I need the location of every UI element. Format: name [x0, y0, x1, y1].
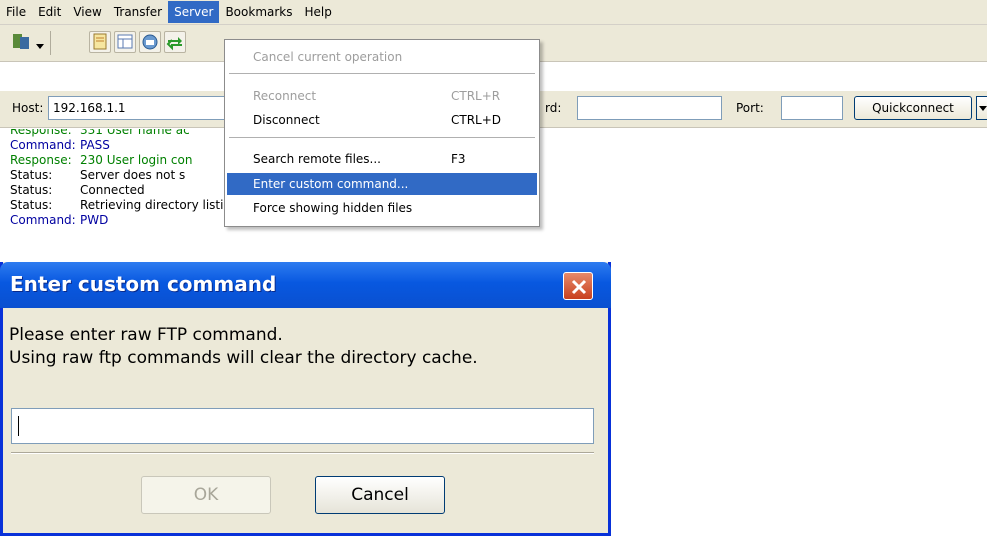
- menu-transfer[interactable]: Transfer: [108, 1, 168, 23]
- raw-command-input[interactable]: [11, 408, 594, 444]
- toggle-log-icon[interactable]: [89, 31, 111, 53]
- toggle-tree-icon[interactable]: [114, 31, 136, 53]
- sync-icon[interactable]: [164, 31, 186, 53]
- menu-item-force-hidden[interactable]: Force showing hidden files: [227, 197, 537, 219]
- quickconnect-button[interactable]: Quickconnect: [854, 96, 972, 120]
- server-menu-dropdown: Cancel current operation Reconnect CTRL+…: [224, 39, 540, 227]
- menu-help[interactable]: Help: [299, 1, 338, 23]
- port-input[interactable]: [781, 96, 843, 120]
- text-caret: [18, 416, 19, 436]
- site-manager-icon[interactable]: [10, 31, 32, 53]
- menu-bar: File Edit View Transfer Server Bookmarks…: [0, 0, 987, 25]
- menu-item-custom-command[interactable]: Enter custom command...: [227, 173, 537, 195]
- port-label: Port:: [736, 101, 764, 115]
- chevron-down-icon: [979, 106, 987, 111]
- toolbar-separator: [50, 31, 51, 55]
- ok-button[interactable]: OK: [141, 476, 271, 514]
- menu-file[interactable]: File: [0, 1, 32, 23]
- menu-item-search-remote[interactable]: Search remote files... F3: [227, 148, 537, 170]
- password-label: rd:: [545, 101, 562, 115]
- menu-view[interactable]: View: [67, 1, 107, 23]
- dialog-message-line1: Please enter raw FTP command.: [9, 325, 283, 345]
- menu-separator: [229, 137, 535, 138]
- menu-edit[interactable]: Edit: [32, 1, 67, 23]
- menu-item-cancel-operation[interactable]: Cancel current operation: [227, 46, 537, 68]
- close-icon: [571, 279, 587, 295]
- cancel-button[interactable]: Cancel: [315, 476, 445, 514]
- menu-item-disconnect[interactable]: Disconnect CTRL+D: [227, 109, 537, 131]
- menu-separator: [229, 73, 535, 74]
- quickconnect-history-button[interactable]: [976, 96, 987, 120]
- dropdown-arrow-icon[interactable]: [36, 39, 44, 53]
- dialog-message-line2: Using raw ftp commands will clear the di…: [9, 348, 478, 368]
- host-label: Host:: [12, 101, 44, 115]
- dialog-body: Please enter raw FTP command. Using raw …: [3, 308, 608, 533]
- password-input[interactable]: [577, 96, 722, 120]
- dialog-close-button[interactable]: [563, 272, 593, 300]
- dialog-divider: [11, 452, 594, 454]
- menu-bookmarks[interactable]: Bookmarks: [219, 1, 298, 23]
- menu-item-reconnect[interactable]: Reconnect CTRL+R: [227, 85, 537, 107]
- menu-server[interactable]: Server: [168, 1, 220, 23]
- dialog-title: Enter custom command: [10, 272, 277, 296]
- toggle-queue-icon[interactable]: [139, 31, 161, 53]
- host-input[interactable]: 192.168.1.1: [48, 96, 226, 120]
- dialog-titlebar[interactable]: Enter custom command: [0, 262, 611, 308]
